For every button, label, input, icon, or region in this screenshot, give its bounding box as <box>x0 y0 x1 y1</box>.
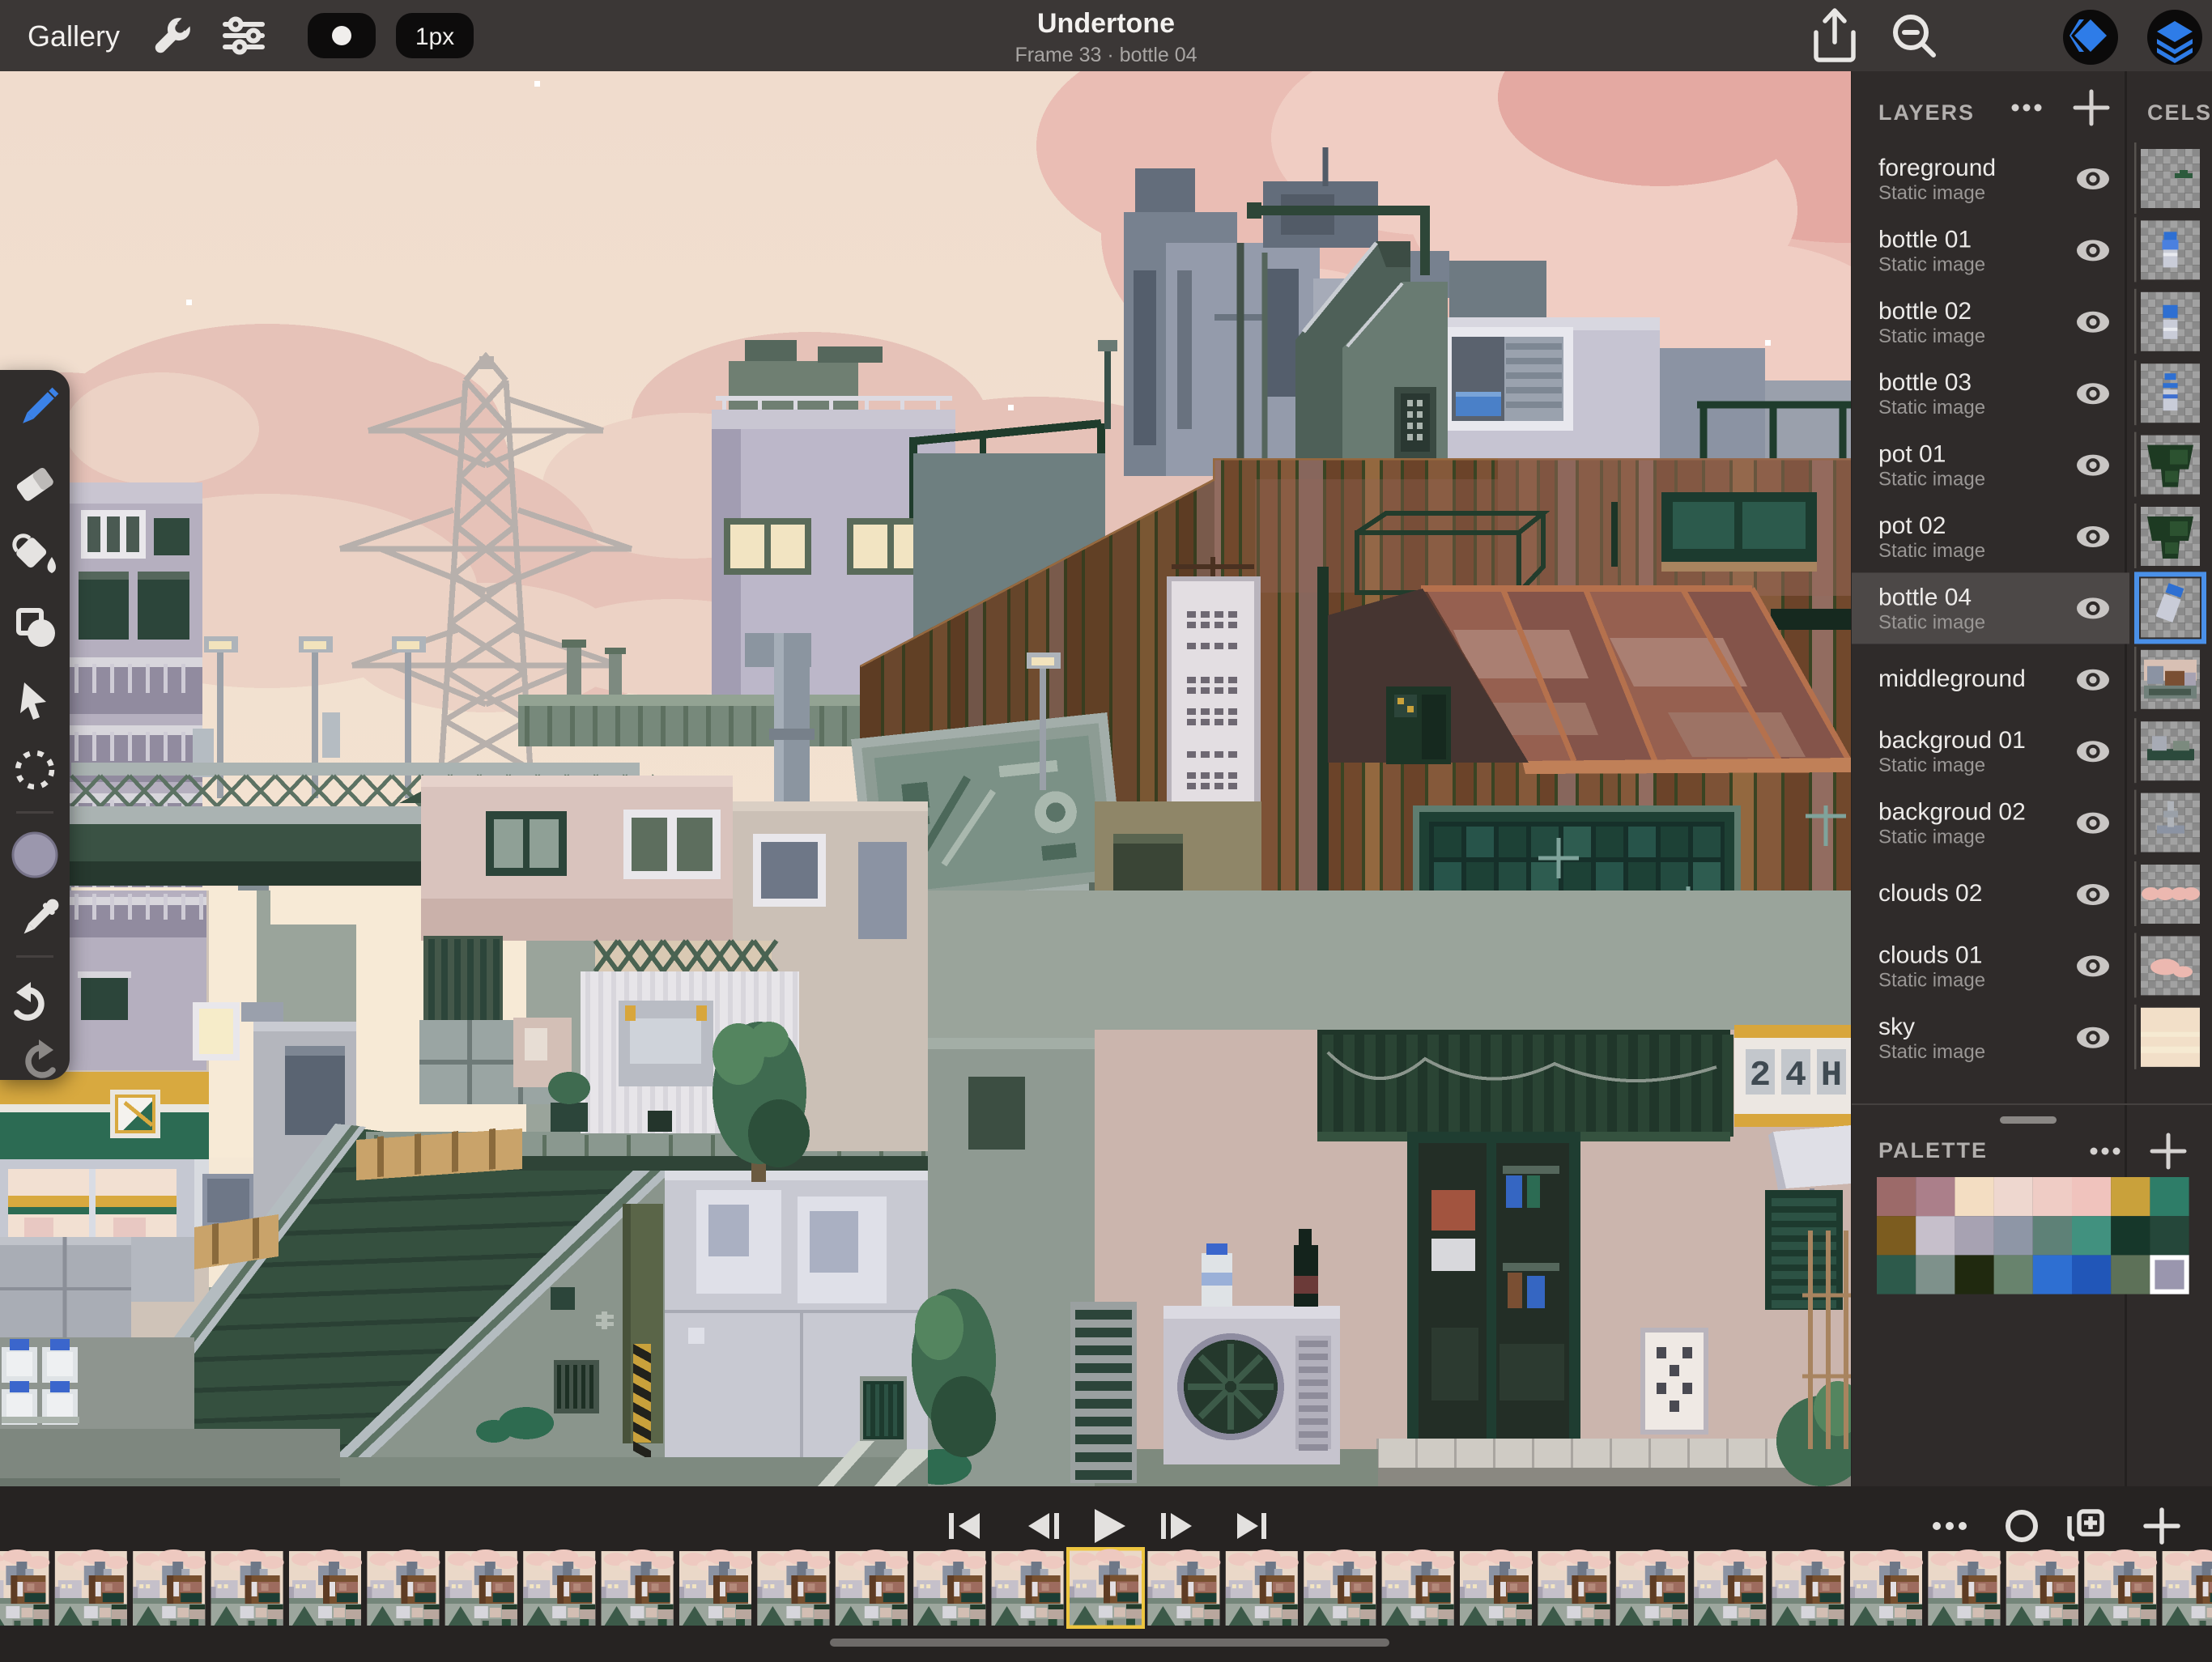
svg-text:pot 01: pot 01 <box>1878 441 1946 468</box>
svg-text:PALETTE: PALETTE <box>1878 1138 1988 1163</box>
svg-text:Static image: Static image <box>1878 611 1985 633</box>
svg-text:backgroud 01: backgroud 01 <box>1878 727 2026 754</box>
svg-text:sky: sky <box>1878 1014 1915 1040</box>
svg-text:4: 4 <box>1785 1056 1806 1096</box>
svg-text:Static image: Static image <box>1878 469 1985 491</box>
svg-text:Static image: Static image <box>1878 325 1985 347</box>
svg-text:CELS: CELS <box>2147 100 2212 125</box>
svg-text:Static image: Static image <box>1878 827 1985 848</box>
svg-text:Static image: Static image <box>1878 397 1985 419</box>
svg-text:Static image: Static image <box>1878 540 1985 562</box>
svg-text:Undertone: Undertone <box>1037 8 1175 39</box>
svg-text:1px: 1px <box>415 23 454 50</box>
svg-text:bottle 03: bottle 03 <box>1878 369 1972 396</box>
svg-text:Gallery: Gallery <box>28 19 120 53</box>
svg-text:clouds 02: clouds 02 <box>1878 880 1982 907</box>
svg-text:Static image: Static image <box>1878 1041 1985 1063</box>
svg-text:bottle 01: bottle 01 <box>1878 226 1972 253</box>
svg-text:Static image: Static image <box>1878 969 1985 991</box>
svg-text:H: H <box>1821 1056 1842 1096</box>
svg-text:bottle 04: bottle 04 <box>1878 584 1972 610</box>
svg-text:pot 02: pot 02 <box>1878 512 1946 539</box>
svg-text:clouds 01: clouds 01 <box>1878 942 1982 968</box>
svg-text:2: 2 <box>1750 1056 1771 1096</box>
svg-text:Static image: Static image <box>1878 253 1985 275</box>
svg-text:bottle 02: bottle 02 <box>1878 298 1972 325</box>
svg-text:foreground: foreground <box>1878 155 1996 181</box>
svg-text:middleground: middleground <box>1878 665 2026 692</box>
svg-text:Frame 33 · bottle 04: Frame 33 · bottle 04 <box>1015 44 1197 66</box>
svg-text:LAYERS: LAYERS <box>1878 100 1975 125</box>
svg-text:Static image: Static image <box>1878 182 1985 204</box>
svg-text:Static image: Static image <box>1878 754 1985 776</box>
svg-text:backgroud 02: backgroud 02 <box>1878 799 2026 826</box>
